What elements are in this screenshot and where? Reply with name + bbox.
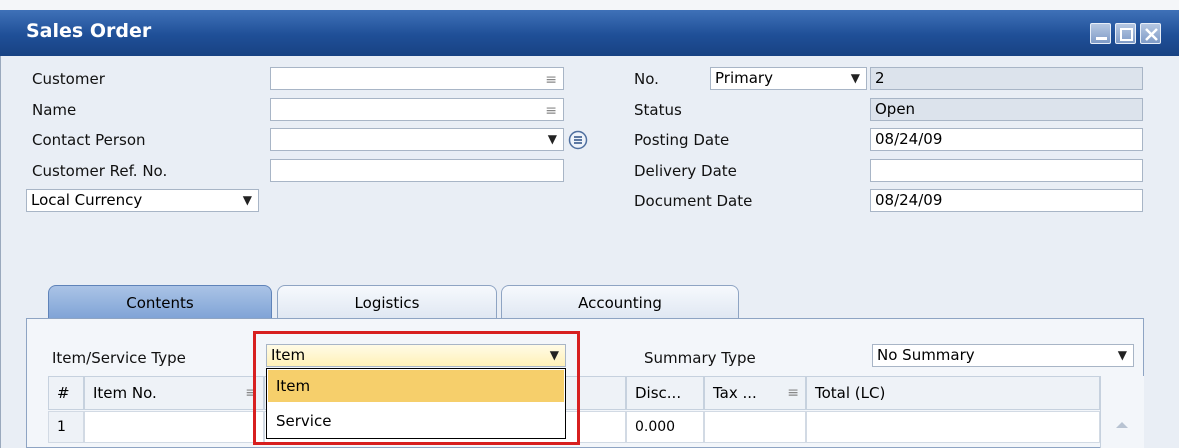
delivery-date-label: Delivery Date (634, 162, 737, 180)
column-label: Tax ... (713, 384, 757, 402)
column-header-discount[interactable]: Disc... (626, 376, 704, 410)
customer-label: Customer (32, 70, 105, 88)
tab-logistics[interactable]: Logistics (277, 285, 497, 319)
customer-field[interactable]: ≡ (270, 67, 564, 90)
item-service-type-label: Item/Service Type (52, 349, 186, 367)
discount-cell[interactable]: 0.000 (626, 411, 704, 443)
link-list-icon[interactable] (568, 130, 588, 150)
list-icon: ≡ (545, 72, 557, 88)
window-title: Sales Order (26, 20, 152, 42)
chevron-down-icon: ▼ (1117, 348, 1127, 362)
row-number: 1 (48, 411, 84, 443)
document-date-label: Document Date (634, 192, 753, 210)
vertical-scrollbar[interactable] (1100, 376, 1144, 448)
top-strip (0, 0, 1179, 10)
currency-value: Local Currency (31, 191, 143, 209)
maximize-button[interactable] (1115, 23, 1136, 44)
list-icon: ≡ (787, 385, 799, 401)
close-icon (1145, 28, 1158, 41)
title-bar[interactable] (0, 10, 1179, 56)
status-label: Status (634, 101, 682, 119)
minimize-button[interactable] (1090, 23, 1111, 44)
tab-label: Logistics (354, 294, 420, 312)
contact-person-field[interactable]: ▼ (270, 128, 564, 151)
tab-label: Accounting (578, 294, 662, 312)
column-label: Item No. (93, 384, 157, 402)
list-icon: ≡ (545, 103, 557, 119)
no-label: No. (634, 70, 659, 88)
summary-type-select[interactable]: No Summary ▼ (872, 344, 1134, 367)
column-header-tax[interactable]: Tax ... ≡ (704, 376, 806, 410)
column-header-number[interactable]: # (48, 376, 84, 410)
document-number-field: 2 (870, 67, 1143, 90)
summary-type-label: Summary Type (644, 349, 756, 367)
column-header-item-no[interactable]: Item No. ≡ (84, 376, 264, 410)
tab-accounting[interactable]: Accounting (501, 285, 739, 319)
name-label: Name (32, 101, 77, 119)
customer-ref-field[interactable] (270, 159, 564, 182)
close-button[interactable] (1140, 23, 1161, 44)
minimize-icon (1096, 37, 1107, 40)
posting-date-field[interactable]: 08/24/09 (870, 128, 1143, 151)
total-cell[interactable] (806, 411, 1100, 443)
currency-select[interactable]: Local Currency ▼ (26, 189, 259, 212)
maximize-icon (1120, 28, 1133, 41)
summary-type-value: No Summary (877, 346, 975, 364)
highlight-box (253, 331, 580, 445)
contact-person-label: Contact Person (32, 131, 146, 149)
status-field: Open (870, 98, 1143, 121)
posting-date-label: Posting Date (634, 131, 730, 149)
tab-contents[interactable]: Contents (48, 285, 272, 319)
tax-cell[interactable] (704, 411, 806, 443)
series-value: Primary (715, 69, 773, 87)
tab-label: Contents (126, 294, 194, 312)
item-no-cell[interactable] (84, 411, 264, 443)
chevron-down-icon: ▼ (242, 193, 252, 207)
name-field[interactable]: ≡ (270, 98, 564, 121)
document-date-field[interactable]: 08/24/09 (870, 189, 1143, 212)
delivery-date-field[interactable] (870, 159, 1143, 182)
scroll-up-icon[interactable] (1115, 420, 1129, 430)
chevron-down-icon: ▼ (850, 71, 860, 85)
column-header-total[interactable]: Total (LC) (806, 376, 1100, 410)
series-select[interactable]: Primary ▼ (710, 67, 867, 90)
chevron-down-icon: ▼ (547, 132, 557, 146)
customer-ref-label: Customer Ref. No. (32, 162, 168, 180)
